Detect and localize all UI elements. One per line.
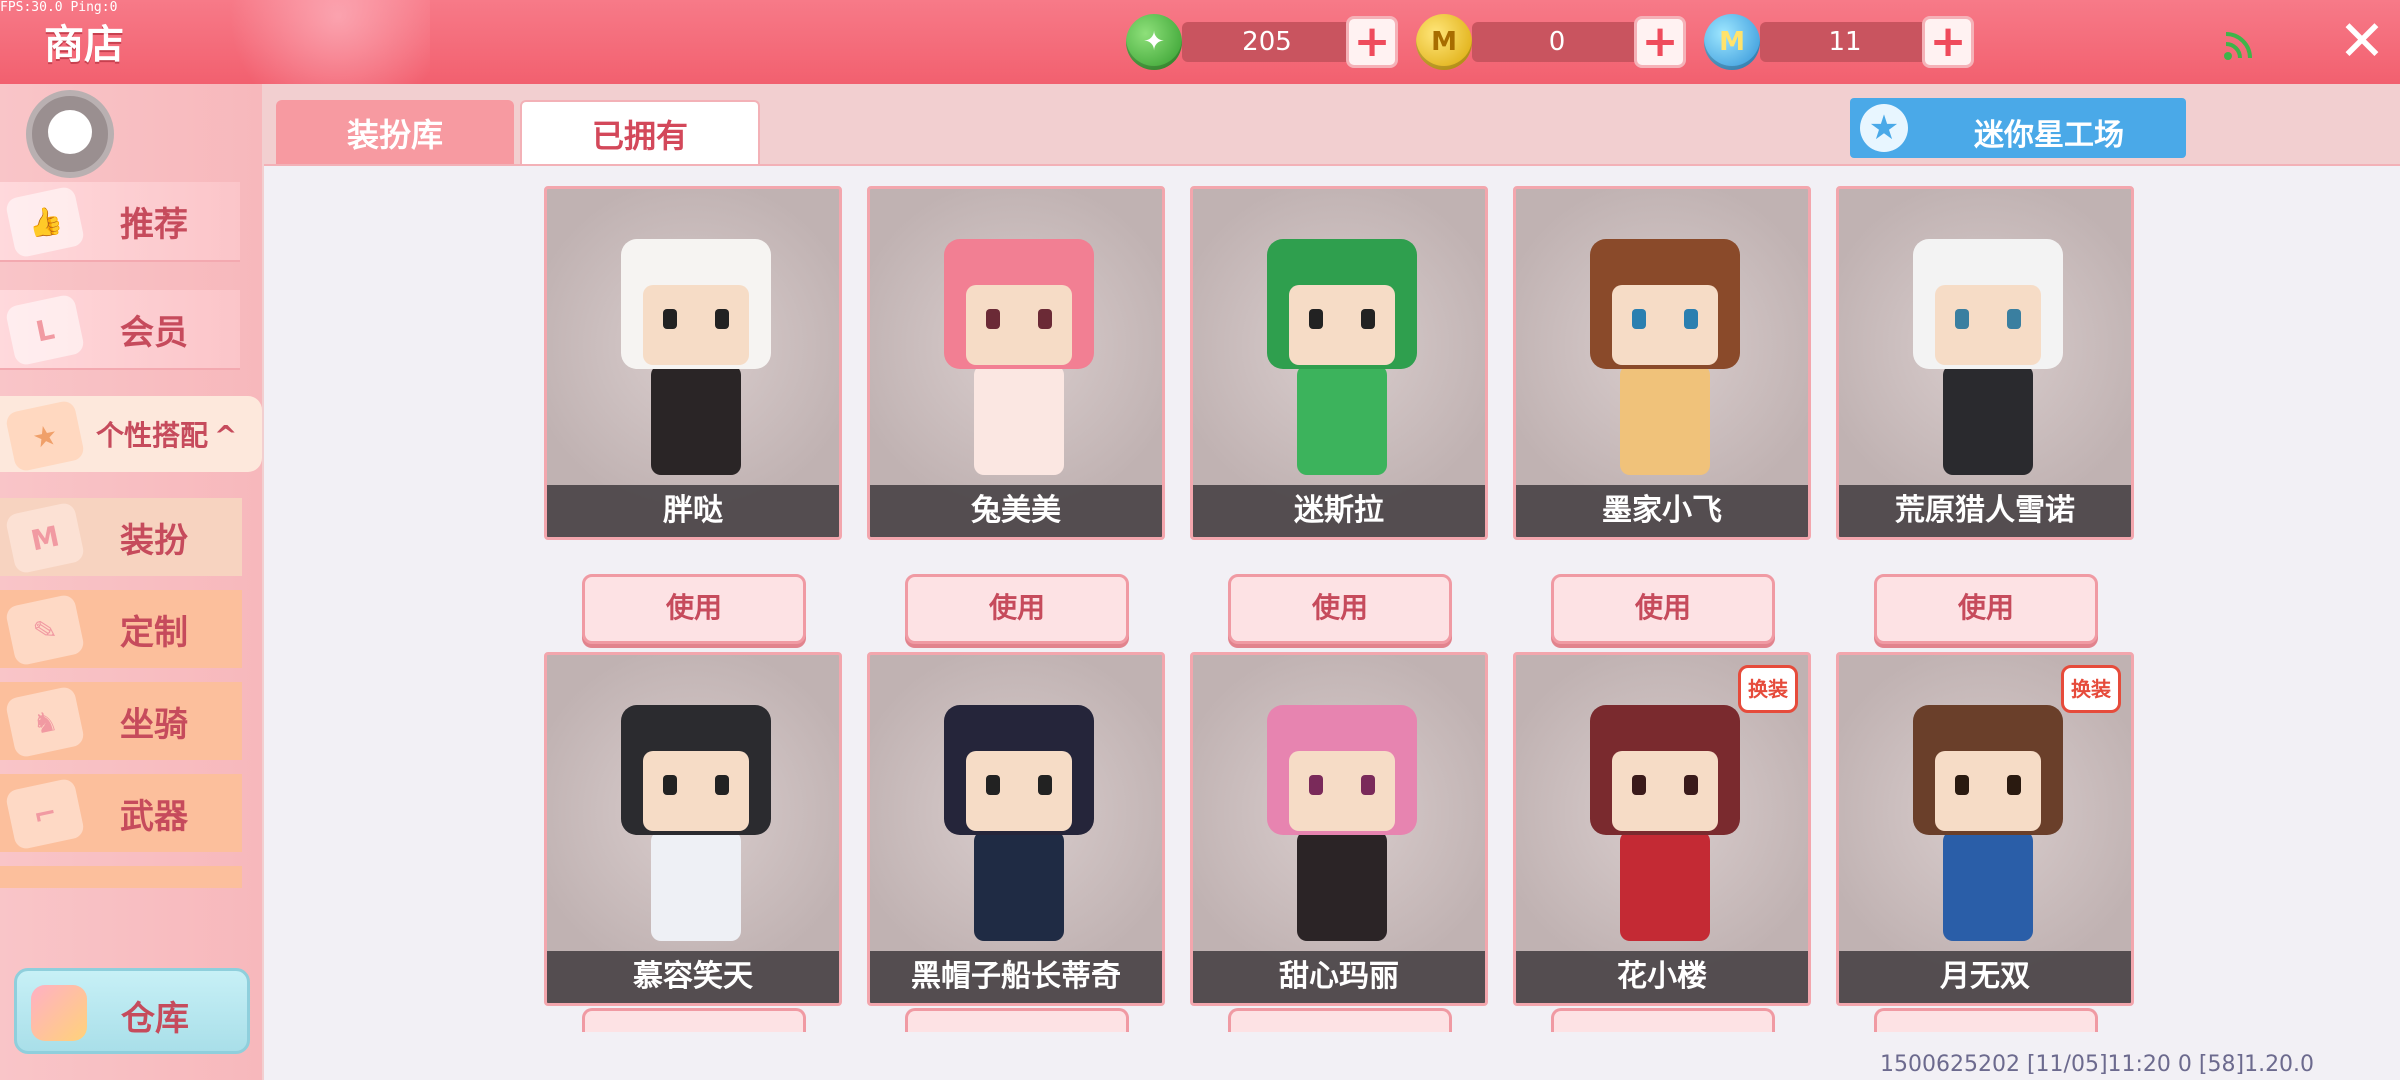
- sidebar-item-recommend[interactable]: 👍 推荐: [0, 182, 240, 262]
- skin-card[interactable]: 甜心玛丽: [1190, 652, 1488, 1006]
- character-portrait: [1267, 239, 1417, 479]
- use-button[interactable]: 使用: [905, 574, 1129, 644]
- use-button[interactable]: 使用: [1874, 574, 2098, 644]
- skin-name: 黑帽子船长蒂奇: [870, 951, 1162, 1003]
- character-portrait: [1913, 239, 2063, 479]
- top-bar: FPS:30.0 Ping:0 商店 ✦ 205 + M 0 + M 11 + …: [0, 0, 2400, 84]
- skin-name: 胖哒: [547, 485, 839, 537]
- skin-card[interactable]: 慕容笑天: [544, 652, 842, 1006]
- skin-card[interactable]: 兔美美: [867, 186, 1165, 540]
- collapse-arrow-icon: ^: [214, 419, 238, 452]
- pencil-icon: ✎: [4, 593, 86, 667]
- signal-icon: [2224, 32, 2252, 60]
- skin-card[interactable]: 墨家小飞: [1513, 186, 1811, 540]
- page-title: 商店: [44, 22, 124, 68]
- character-portrait: [621, 239, 771, 479]
- add-coins-button[interactable]: +: [1634, 16, 1686, 68]
- sidebar-item-vip[interactable]: L 会员: [0, 290, 240, 370]
- skin-name: 荒原猎人雪诺: [1839, 485, 2131, 537]
- sidebar-item-label: 装扮: [120, 520, 188, 561]
- skin-card[interactable]: 换装花小楼: [1513, 652, 1811, 1006]
- use-button[interactable]: 使用: [582, 1008, 806, 1032]
- sidebar-item-custom[interactable]: ✎ 定制: [0, 590, 242, 668]
- use-button[interactable]: 使用: [1874, 1008, 2098, 1032]
- outfit-change-badge: 换装: [1738, 665, 1798, 713]
- character-portrait: [944, 239, 1094, 479]
- currency-value-minicoins: 11: [1760, 22, 1930, 62]
- tab-owned[interactable]: 已拥有: [520, 100, 760, 166]
- shirt-icon: M: [4, 501, 86, 575]
- add-gems-button[interactable]: +: [1346, 16, 1398, 68]
- build-info: 1500625202 [11/05]11:20 0 [58]1.20.0: [1880, 1052, 2315, 1077]
- sidebar-item-label: 定制: [120, 612, 188, 653]
- skin-name: 花小楼: [1516, 951, 1808, 1003]
- sidebar-item-outfit[interactable]: M 装扮: [0, 498, 242, 576]
- outfit-change-badge: 换装: [2061, 665, 2121, 713]
- header-decoration: [200, 0, 430, 84]
- assist-dot-icon: [48, 110, 92, 154]
- character-portrait: [1590, 705, 1740, 945]
- skin-name: 慕容笑天: [547, 951, 839, 1003]
- use-button[interactable]: 使用: [1551, 1008, 1775, 1032]
- character-portrait: [1590, 239, 1740, 479]
- chest-icon: [31, 985, 87, 1041]
- sidebar-item-label: 武器: [120, 796, 188, 837]
- currency-bar: ✦ 205 + M 0 + M 11 +: [1126, 14, 1986, 72]
- mini-workshop-button[interactable]: ★ 迷你星工场: [1850, 98, 2186, 158]
- workshop-label: 迷你星工场: [1974, 118, 2124, 153]
- plus-icon: +: [1353, 16, 1391, 67]
- character-portrait: [944, 705, 1094, 945]
- sidebar-item-more[interactable]: [0, 866, 242, 888]
- close-icon[interactable]: ✕: [2334, 14, 2390, 70]
- plus-icon: +: [1641, 16, 1679, 67]
- currency-value-gems: 205: [1182, 22, 1352, 62]
- character-portrait: [1913, 705, 2063, 945]
- use-button[interactable]: 使用: [1228, 574, 1452, 644]
- skin-name: 墨家小飞: [1516, 485, 1808, 537]
- skin-card[interactable]: 换装月无双: [1836, 652, 2134, 1006]
- warehouse-button[interactable]: 仓库: [14, 968, 250, 1054]
- use-button[interactable]: 使用: [582, 574, 806, 644]
- skin-card[interactable]: 胖哒: [544, 186, 842, 540]
- skin-card[interactable]: 黑帽子船长蒂奇: [867, 652, 1165, 1006]
- use-button[interactable]: 使用: [905, 1008, 1129, 1032]
- sidebar-item-label: 推荐: [120, 204, 188, 245]
- skin-name: 兔美美: [870, 485, 1162, 537]
- skin-name: 迷斯拉: [1193, 485, 1485, 537]
- sidebar-item-mount[interactable]: ♞ 坐骑: [0, 682, 242, 760]
- skin-card[interactable]: 迷斯拉: [1190, 186, 1488, 540]
- skin-card[interactable]: 荒原猎人雪诺: [1836, 186, 2134, 540]
- warehouse-label: 仓库: [121, 999, 189, 1039]
- blue-mini-coin-icon: M: [1704, 14, 1760, 70]
- skin-name: 甜心玛丽: [1193, 951, 1485, 1003]
- sidebar-item-label: 会员: [120, 312, 188, 353]
- vip-card-icon: L: [4, 293, 86, 367]
- sidebar-item-weapon[interactable]: ⌐ 武器: [0, 774, 242, 852]
- sidebar-item-label: 坐骑: [120, 704, 188, 745]
- thumbs-up-icon: 👍: [4, 185, 86, 259]
- mount-icon: ♞: [4, 685, 86, 759]
- character-portrait: [621, 705, 771, 945]
- use-button[interactable]: 使用: [1551, 574, 1775, 644]
- skin-name: 月无双: [1839, 951, 2131, 1003]
- skin-grid-panel: 胖哒使用兔美美使用迷斯拉使用墨家小飞使用荒原猎人雪诺使用慕容笑天使用黑帽子船长蒂…: [264, 164, 2400, 1080]
- star-icon: ★: [1860, 104, 1908, 152]
- gold-coin-icon: M: [1416, 14, 1472, 70]
- gun-icon: ⌐: [4, 777, 86, 851]
- green-gem-icon: ✦: [1126, 14, 1182, 70]
- add-minicoins-button[interactable]: +: [1922, 16, 1974, 68]
- sidebar-item-label: 个性搭配 ^: [96, 419, 238, 452]
- character-portrait: [1267, 705, 1417, 945]
- currency-value-coins: 0: [1472, 22, 1642, 62]
- plus-icon: +: [1929, 16, 1967, 67]
- sidebar-item-style-match[interactable]: ★ 个性搭配 ^: [0, 396, 262, 473]
- use-button[interactable]: 使用: [1228, 1008, 1452, 1032]
- sidebar: 👍 推荐 L 会员 ★ 个性搭配 ^ M 装扮 ✎ 定制 ♞ 坐骑 ⌐ 武器 仓库: [0, 84, 262, 1080]
- star-badge-icon: ★: [4, 399, 86, 473]
- tab-costume-library[interactable]: 装扮库: [276, 100, 514, 166]
